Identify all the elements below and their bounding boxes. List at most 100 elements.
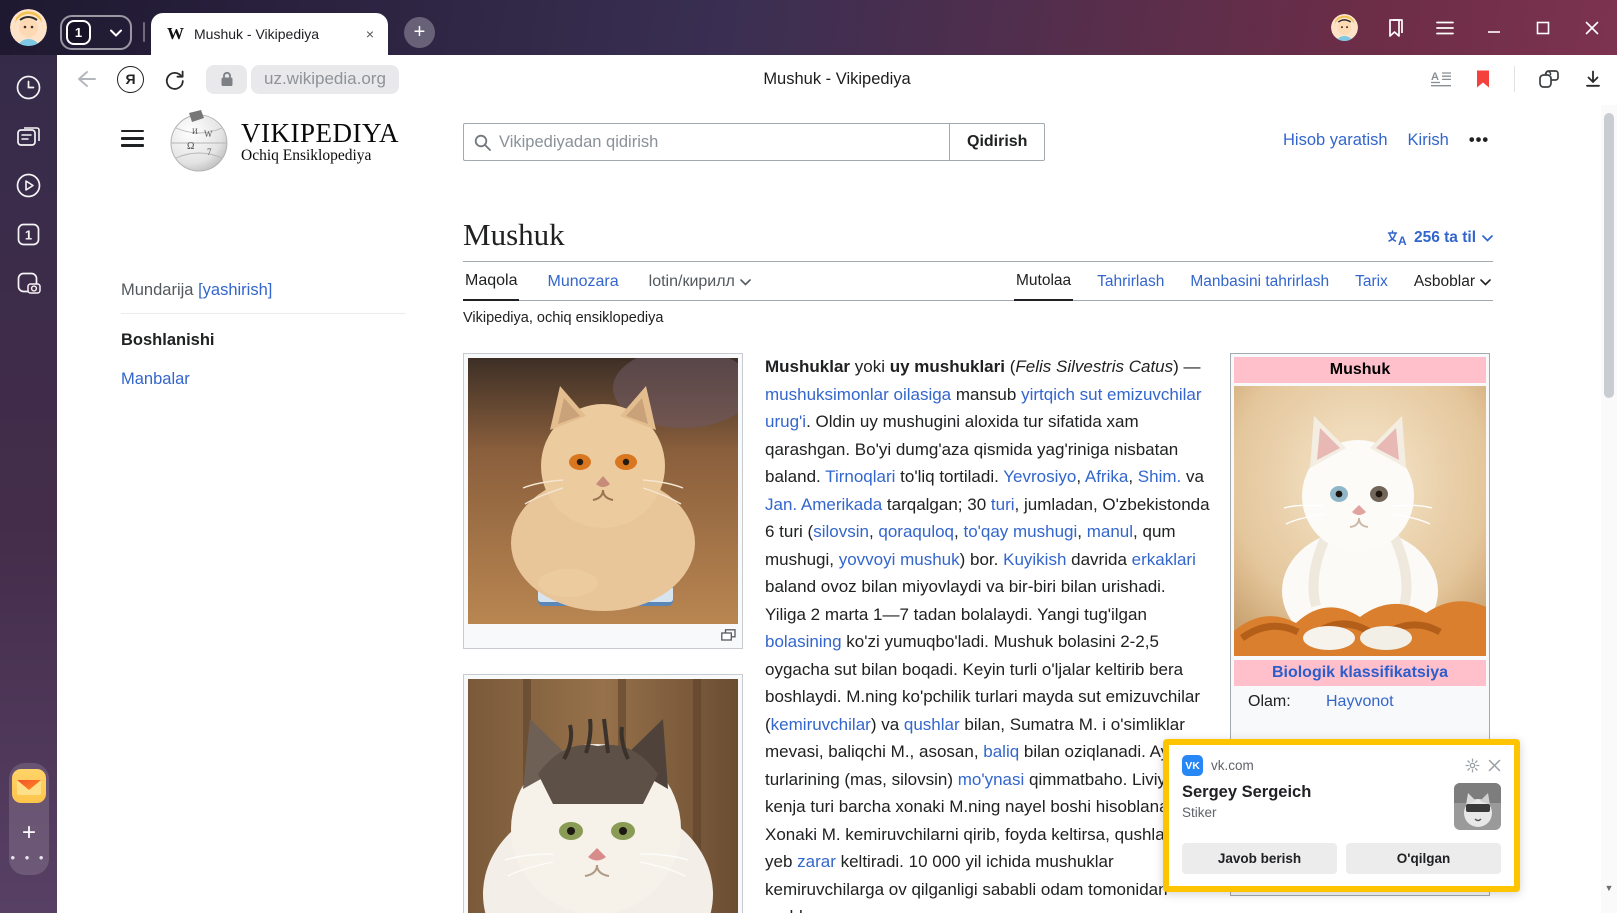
screenshot-button[interactable]	[15, 270, 42, 297]
languages-icon: A	[1387, 230, 1408, 247]
history-button[interactable]	[15, 74, 42, 101]
article-link[interactable]: qoraquloq	[878, 522, 954, 541]
tab-manbasini-tahrirlash[interactable]: Manbasini tahrirlash	[1188, 265, 1331, 300]
girl-avatar-icon	[10, 9, 47, 46]
tab-tarix[interactable]: Tarix	[1353, 265, 1390, 300]
tab-mutolaa[interactable]: Mutolaa	[1014, 264, 1073, 301]
article-link[interactable]: mo'ynasi	[958, 770, 1025, 789]
taxobox-row-label: Olam:	[1248, 693, 1326, 711]
new-tab-button[interactable]: +	[404, 17, 435, 48]
scrollbar-down-arrow[interactable]: ▼	[1601, 883, 1617, 893]
browser-tab-active[interactable]: W Mushuk - Vikipediya ×	[151, 13, 388, 55]
toc-hide-link[interactable]: [yashirish]	[198, 281, 272, 299]
article-link[interactable]: to'qay mushugi	[963, 522, 1077, 541]
article-link[interactable]: Jan. Amerikada	[765, 495, 882, 514]
sync-profile-avatar[interactable]	[1331, 14, 1358, 41]
article-link[interactable]: Tirnoqlari	[825, 467, 895, 486]
article-link[interactable]: baliq	[983, 742, 1019, 761]
svg-text:W: W	[204, 129, 213, 139]
article-link[interactable]: mushuksimonlar oilasiga	[765, 385, 951, 404]
enlarge-icon[interactable]	[721, 629, 736, 641]
article-link[interactable]: manul	[1087, 522, 1133, 541]
rail-more-button[interactable]: • • •	[0, 850, 57, 865]
tab-munozara[interactable]: Munozara	[545, 265, 620, 300]
create-account-link[interactable]: Hisob yaratish	[1283, 131, 1388, 150]
yandex-services-button[interactable]: Я	[117, 66, 144, 93]
article-link[interactable]: Kuyikish	[1003, 550, 1066, 569]
article-link[interactable]: Shim.	[1138, 467, 1181, 486]
video-button[interactable]	[15, 172, 42, 199]
back-button[interactable]	[75, 69, 97, 89]
svg-text:1: 1	[25, 228, 32, 243]
sticker-thumbnail[interactable]	[1454, 783, 1501, 830]
mark-read-button[interactable]: O'qilgan	[1346, 843, 1501, 874]
bookmarks-panel-button[interactable]	[1385, 17, 1407, 39]
close-tab-icon[interactable]: ×	[362, 26, 378, 42]
article-image-cat-on-book[interactable]	[463, 353, 743, 649]
reader-mode-button[interactable]: A	[1430, 69, 1452, 89]
article-link[interactable]: Yevrosiyo	[1003, 467, 1076, 486]
window-minimize-button[interactable]	[1483, 17, 1505, 39]
tools-menu[interactable]: Asboblar	[1412, 265, 1493, 300]
window-close-button[interactable]	[1581, 17, 1603, 39]
language-selector[interactable]: A 256 ta til	[1387, 229, 1493, 253]
bookmark-saved-button[interactable]	[1474, 69, 1492, 89]
article-link[interactable]: turi	[991, 495, 1015, 514]
address-bar[interactable]: uz.wikipedia.org	[251, 65, 399, 94]
notes-button[interactable]	[15, 123, 42, 150]
wiki-main-menu-button[interactable]	[121, 130, 144, 152]
add-shortcut-button[interactable]: +	[9, 813, 49, 853]
reload-button[interactable]	[164, 68, 186, 90]
vk-logo-icon: VK	[1182, 755, 1203, 776]
scrollbar-thumb[interactable]	[1604, 113, 1614, 398]
article-link[interactable]: qushlar	[904, 715, 960, 734]
browser-menu-button[interactable]	[1434, 17, 1456, 39]
toolbar-divider	[1514, 66, 1515, 92]
screenshot-camera-icon	[15, 270, 43, 298]
article-link[interactable]: zarar	[797, 852, 836, 871]
reload-icon	[164, 68, 186, 90]
wikipedia-logo[interactable]: Ω W 7 И VIKIPEDIYA Ochiq Ensiklopediya	[167, 109, 399, 173]
search-icon	[474, 134, 491, 151]
reply-button[interactable]: Javob berish	[1182, 843, 1337, 874]
notes-icon	[15, 123, 42, 150]
table-of-contents: Mundarija [yashirish] Boshlanishi Manbal…	[121, 281, 406, 389]
taxobox-title: Mushuk	[1234, 357, 1486, 383]
login-link[interactable]: Kirish	[1408, 131, 1449, 150]
page-scrollbar[interactable]: ▼	[1601, 105, 1617, 913]
notification-close-button[interactable]	[1488, 759, 1501, 772]
article-link[interactable]: erkaklari	[1132, 550, 1196, 569]
downloads-button[interactable]	[1583, 69, 1603, 89]
browser-profile-avatar[interactable]	[10, 9, 47, 46]
header-more-button[interactable]: •••	[1469, 131, 1489, 150]
site-security-badge[interactable]	[206, 65, 247, 94]
article-link[interactable]: silovsin	[813, 522, 869, 541]
tab-group-selector[interactable]: 1	[60, 15, 132, 50]
search-submit-button[interactable]: Qidirish	[949, 123, 1045, 161]
play-circle-icon	[15, 172, 42, 199]
site-tagline: Vikipediya, ochiq ensiklopediya	[463, 310, 1493, 326]
variant-selector[interactable]: lotin/кирилл	[647, 265, 753, 300]
search-input[interactable]	[499, 133, 939, 152]
collections-button[interactable]	[1537, 68, 1561, 90]
article-link[interactable]: yovvoyi mushuk	[839, 550, 960, 569]
notification-settings-button[interactable]	[1465, 758, 1480, 773]
toc-item-manbalar[interactable]: Manbalar	[121, 370, 190, 388]
chevron-down-icon	[110, 29, 122, 37]
tab-tahrirlash[interactable]: Tahrirlash	[1095, 265, 1166, 300]
taxobox-row-value-link[interactable]: Hayvonot	[1326, 693, 1394, 711]
article-paragraph: Mushuklar yoki uy mushuklari (Felis Silv…	[765, 353, 1210, 913]
article-link[interactable]: Afrika	[1085, 467, 1128, 486]
white-kitten-photo[interactable]	[1234, 386, 1486, 656]
toc-item-boshlanishi[interactable]: Boshlanishi	[121, 331, 406, 350]
article-tab-bar: Maqola Munozara lotin/кирилл Mutolaa Tah…	[463, 264, 1493, 301]
article-link[interactable]: bolasining	[765, 632, 842, 651]
wiki-search-box[interactable]	[463, 123, 950, 161]
article-image-tabby-cat[interactable]	[463, 674, 743, 913]
window-maximize-button[interactable]	[1532, 17, 1554, 39]
yandex-mail-shortcut[interactable]	[12, 769, 46, 803]
tabs-overview-button[interactable]: 1	[15, 221, 42, 248]
taxobox-row-olam: Olam: Hayvonot	[1234, 686, 1486, 713]
article-link[interactable]: kemiruvchilar	[771, 715, 871, 734]
tab-maqola[interactable]: Maqola	[463, 264, 519, 301]
